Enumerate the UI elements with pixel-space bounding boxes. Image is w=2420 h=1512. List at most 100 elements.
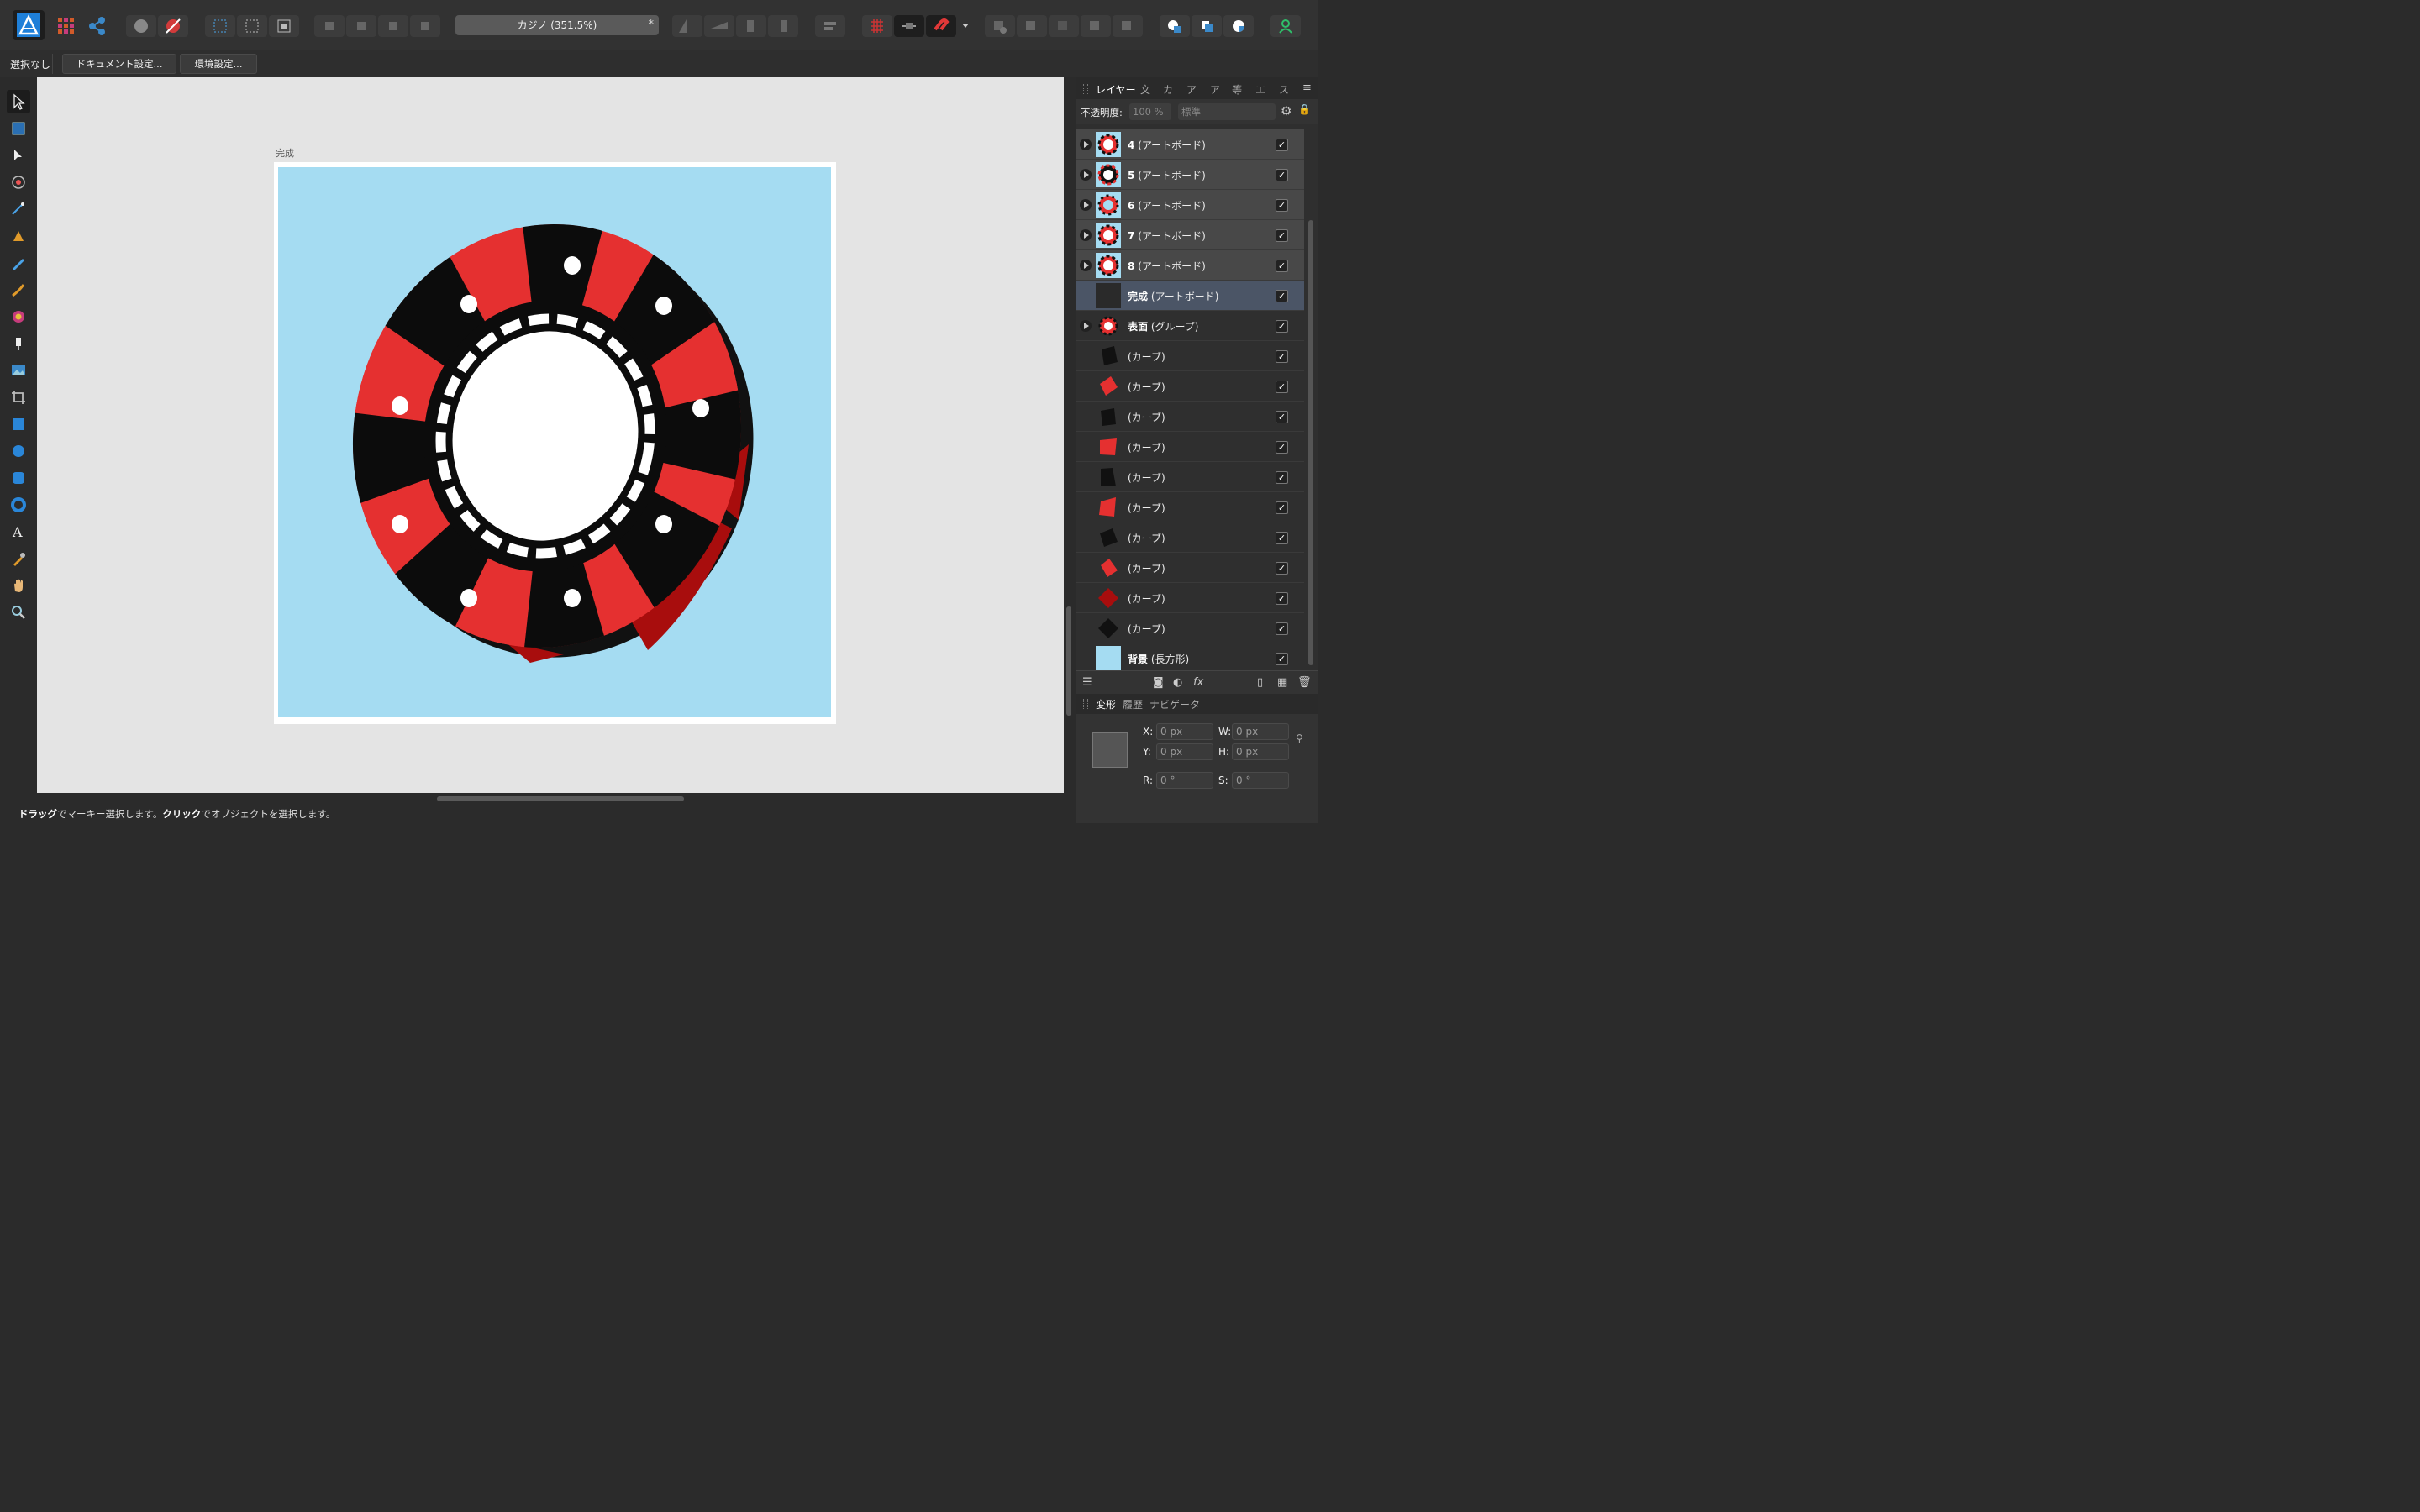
designer-logo-icon[interactable]: [13, 10, 45, 40]
zoom-tool-icon[interactable]: [7, 601, 30, 624]
node-tool-icon[interactable]: [7, 144, 30, 167]
tab-color[interactable]: カ: [1163, 82, 1173, 97]
layer-row-selected[interactable]: 完成 (アートボード) ✓: [1076, 281, 1304, 311]
layer-row[interactable]: (カーブ) ✓: [1076, 402, 1304, 432]
boolean-subtract-icon[interactable]: [1017, 15, 1047, 37]
artistic-text-tool-icon[interactable]: A: [7, 520, 30, 543]
rotate-right-icon[interactable]: [768, 15, 798, 37]
visibility-checkbox[interactable]: ✓: [1276, 441, 1288, 454]
visibility-checkbox[interactable]: ✓: [1276, 532, 1288, 544]
corner-tool-icon[interactable]: [7, 171, 30, 194]
horizontal-scroll-thumb[interactable]: [437, 796, 684, 801]
r-field[interactable]: 0 °: [1156, 772, 1213, 789]
insert-behind-icon[interactable]: [1160, 15, 1190, 37]
layer-row[interactable]: 7 (アートボード) ✓: [1076, 220, 1304, 250]
visibility-checkbox[interactable]: ✓: [1276, 471, 1288, 484]
pencil-tool-icon[interactable]: [7, 251, 30, 275]
panel-grip-icon[interactable]: [1083, 84, 1088, 94]
layer-row[interactable]: (カーブ) ✓: [1076, 492, 1304, 522]
layer-row[interactable]: 4 (アートボード) ✓: [1076, 129, 1304, 160]
x-field[interactable]: 0 px: [1156, 723, 1213, 740]
opacity-field[interactable]: 100 %: [1129, 103, 1171, 120]
tab-history[interactable]: 履歴: [1123, 697, 1143, 711]
preferences-button[interactable]: 環境設定...: [180, 54, 257, 74]
snapping-magnet-icon[interactable]: [926, 15, 956, 37]
visibility-checkbox[interactable]: ✓: [1276, 653, 1288, 665]
visibility-checkbox[interactable]: ✓: [1276, 622, 1288, 635]
rounded-rectangle-tool-icon[interactable]: [7, 466, 30, 490]
invert-selection-icon[interactable]: [269, 15, 299, 37]
layer-row[interactable]: 8 (アートボード) ✓: [1076, 250, 1304, 281]
h-field[interactable]: 0 px: [1232, 743, 1289, 760]
tab-stroke[interactable]: 等: [1232, 82, 1242, 97]
mask-icon[interactable]: ◙: [1153, 676, 1164, 689]
delete-layer-icon[interactable]: 🗑: [1297, 676, 1312, 689]
layer-row[interactable]: (カーブ) ✓: [1076, 583, 1304, 613]
visibility-checkbox[interactable]: ✓: [1276, 320, 1288, 333]
adjustment-icon[interactable]: ◐: [1173, 676, 1182, 689]
layer-row[interactable]: (カーブ) ✓: [1076, 371, 1304, 402]
point-transform-tool-icon[interactable]: [7, 197, 30, 221]
layer-settings-gear-icon[interactable]: ⚙: [1281, 103, 1292, 118]
insert-inside-icon[interactable]: [1223, 15, 1254, 37]
layer-row[interactable]: (カーブ) ✓: [1076, 432, 1304, 462]
donut-tool-icon[interactable]: [7, 493, 30, 517]
snapping-options-chevron-icon[interactable]: [958, 15, 973, 37]
horizontal-scrollbar[interactable]: [37, 793, 1064, 805]
deselect-icon[interactable]: [237, 15, 267, 37]
boolean-xor-icon[interactable]: [1081, 15, 1111, 37]
tab-navigator[interactable]: ナビゲータ: [1150, 697, 1200, 711]
tab-transform[interactable]: 変形: [1096, 697, 1116, 711]
expand-triangle-icon[interactable]: [1080, 229, 1092, 241]
select-all-icon[interactable]: [205, 15, 235, 37]
snapping-off-icon[interactable]: [158, 15, 188, 37]
ellipse-tool-icon[interactable]: [7, 439, 30, 463]
add-pixel-layer-icon[interactable]: ▯: [1257, 676, 1263, 689]
vector-brush-tool-icon[interactable]: [7, 278, 30, 302]
link-icon[interactable]: ⚲: [1296, 732, 1303, 744]
layer-row[interactable]: 背景 (長方形) ✓: [1076, 643, 1304, 670]
visibility-checkbox[interactable]: ✓: [1276, 139, 1288, 151]
tab-effects[interactable]: エ: [1255, 82, 1265, 97]
transparency-tool-icon[interactable]: [7, 332, 30, 355]
persona-export-icon[interactable]: [86, 15, 108, 37]
arrange-front-icon[interactable]: [410, 15, 440, 37]
layer-row[interactable]: (カーブ) ✓: [1076, 553, 1304, 583]
visibility-checkbox[interactable]: ✓: [1276, 562, 1288, 575]
boolean-divide-icon[interactable]: [1113, 15, 1143, 37]
tab-appearance[interactable]: ア: [1186, 82, 1197, 97]
force-pixel-alignment-icon[interactable]: [894, 15, 924, 37]
y-field[interactable]: 0 px: [1156, 743, 1213, 760]
arrange-backward-icon[interactable]: [346, 15, 376, 37]
view-hand-tool-icon[interactable]: [7, 574, 30, 597]
expand-triangle-icon[interactable]: [1080, 320, 1092, 332]
expand-triangle-icon[interactable]: [1080, 260, 1092, 271]
place-image-tool-icon[interactable]: [7, 359, 30, 382]
s-field[interactable]: 0 °: [1232, 772, 1289, 789]
vertical-scrollbar[interactable]: [1064, 77, 1076, 793]
fill-tool-icon[interactable]: [7, 305, 30, 328]
layers-scrollbar[interactable]: [1308, 220, 1313, 665]
grid-icon[interactable]: [862, 15, 892, 37]
layer-row[interactable]: (カーブ) ✓: [1076, 613, 1304, 643]
visibility-checkbox[interactable]: ✓: [1276, 229, 1288, 242]
vertical-scroll-thumb[interactable]: [1066, 606, 1071, 716]
assistant-icon[interactable]: [126, 15, 156, 37]
arrange-back-icon[interactable]: [314, 15, 345, 37]
color-picker-tool-icon[interactable]: [7, 547, 30, 570]
flip-vertical-icon[interactable]: [704, 15, 734, 37]
flip-horizontal-icon[interactable]: [672, 15, 702, 37]
tab-styles[interactable]: ス: [1279, 82, 1289, 97]
layers-stack-icon[interactable]: ☰: [1082, 676, 1092, 689]
visibility-checkbox[interactable]: ✓: [1276, 501, 1288, 514]
canvas-area[interactable]: 完成: [37, 77, 1064, 793]
w-field[interactable]: 0 px: [1232, 723, 1289, 740]
tab-layers[interactable]: レイヤー: [1096, 82, 1136, 97]
document-title[interactable]: カジノ (351.5%) *: [455, 15, 659, 35]
account-icon[interactable]: [1270, 15, 1301, 37]
rectangle-tool-icon[interactable]: [7, 412, 30, 436]
visibility-checkbox[interactable]: ✓: [1276, 260, 1288, 272]
crop-tool-icon[interactable]: [7, 386, 30, 409]
add-group-icon[interactable]: ▦: [1277, 676, 1287, 689]
visibility-checkbox[interactable]: ✓: [1276, 290, 1288, 302]
